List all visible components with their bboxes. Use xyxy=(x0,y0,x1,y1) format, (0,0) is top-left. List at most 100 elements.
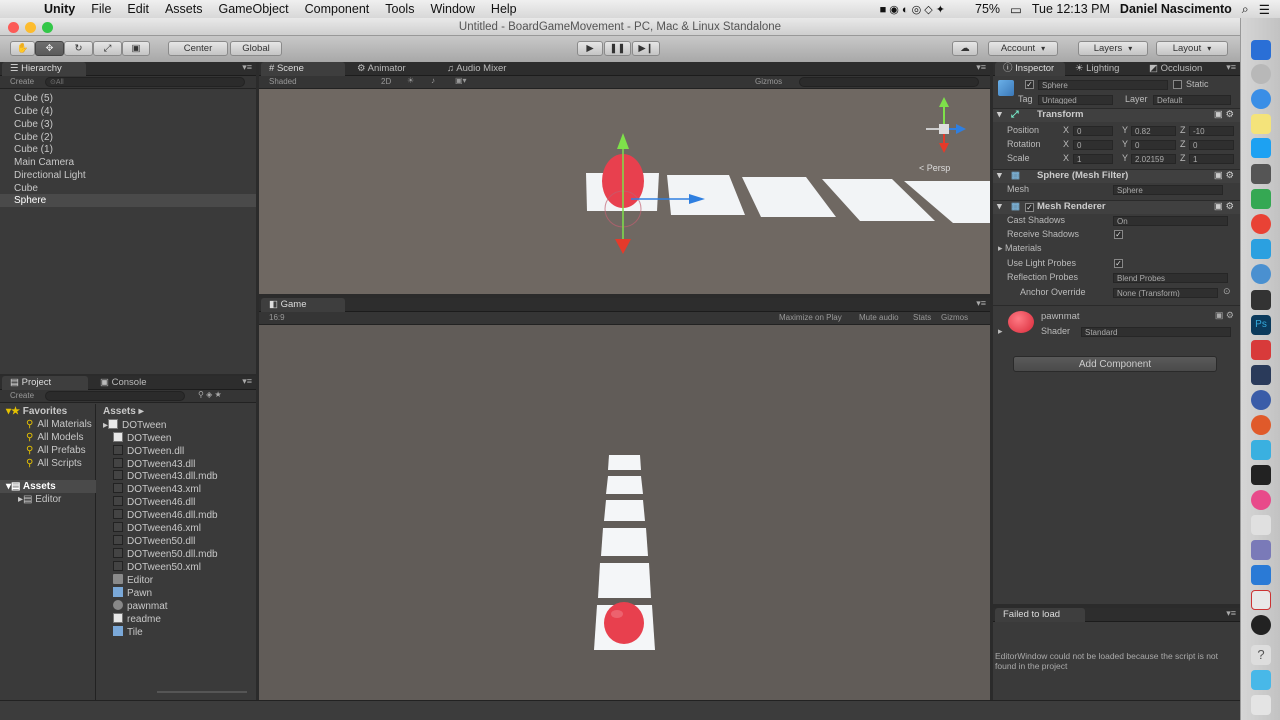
favorites-header[interactable]: ▾★ Favorites xyxy=(6,406,67,417)
receive-shadows-checkbox[interactable]: ✓ xyxy=(1114,230,1123,239)
hierarchy-item[interactable]: Directional Light xyxy=(14,170,86,181)
create-dropdown[interactable]: Create xyxy=(10,77,34,86)
favorite-item[interactable]: ⚲ All Models xyxy=(26,432,83,443)
terminal-icon[interactable] xyxy=(1251,465,1271,485)
menu-edit[interactable]: Edit xyxy=(119,2,157,16)
clock[interactable]: Tue 12:13 PM xyxy=(1032,2,1110,16)
menu-gameobject[interactable]: GameObject xyxy=(210,2,296,16)
photoshop-icon[interactable]: Ps xyxy=(1251,315,1271,335)
maximize-window-icon[interactable] xyxy=(42,22,53,33)
tab-console[interactable]: ▣ Console xyxy=(92,376,162,390)
hierarchy-item[interactable]: Cube xyxy=(14,183,38,194)
shading-dropdown[interactable]: Shaded xyxy=(269,77,297,86)
object-name-field[interactable]: Sphere xyxy=(1038,80,1168,90)
favorite-item[interactable]: ⚲ All Materials xyxy=(26,419,92,430)
position-z-field[interactable]: -10 xyxy=(1189,126,1234,136)
app-icon[interactable] xyxy=(1251,164,1271,184)
spotlight-icon[interactable]: ⌕ xyxy=(1242,2,1249,17)
safari-icon[interactable] xyxy=(1251,89,1271,109)
icon-size-slider[interactable] xyxy=(157,691,247,693)
aspect-dropdown[interactable]: 16:9 xyxy=(269,313,285,322)
menu-tools[interactable]: Tools xyxy=(377,2,422,16)
app-icon[interactable] xyxy=(1251,189,1271,209)
hierarchy-search-input[interactable] xyxy=(45,77,245,87)
static-checkbox[interactable] xyxy=(1173,80,1182,89)
list-icon[interactable]: ☰ xyxy=(1259,2,1270,17)
file-item[interactable]: DOTween46.dll xyxy=(113,496,195,508)
editor-folder[interactable]: ▸▤ Editor xyxy=(18,494,61,505)
menu-app[interactable]: Unity xyxy=(36,2,83,16)
gizmos-dropdown[interactable]: Gizmos xyxy=(941,313,968,322)
panel-menu-icon[interactable]: ▾≡ xyxy=(242,376,252,387)
mesh-renderer-header[interactable]: ▾ ▦ ✓ Mesh Renderer ▣ ⚙ xyxy=(993,200,1240,214)
rect-tool-icon[interactable]: ▣ xyxy=(122,41,150,56)
rotate-tool-icon[interactable]: ↻ xyxy=(64,41,93,56)
space-global-button[interactable]: Global xyxy=(230,41,282,56)
menu-file[interactable]: File xyxy=(83,2,119,16)
lighting-toggle-icon[interactable]: ☀ xyxy=(407,76,414,85)
app-icon[interactable] xyxy=(1251,540,1271,560)
file-item[interactable]: DOTween xyxy=(113,432,171,444)
step-icon[interactable]: ▶❙ xyxy=(632,41,660,56)
app-icon[interactable] xyxy=(1251,415,1271,435)
project-search-input[interactable] xyxy=(45,391,185,401)
material-foldout-icon[interactable]: ▸ xyxy=(998,326,1003,337)
pdf-icon[interactable] xyxy=(1251,590,1271,610)
layout-dropdown[interactable]: Layout xyxy=(1156,41,1228,56)
transform-header[interactable]: ▾ ⤢ Transform ▣ ⚙ xyxy=(993,108,1240,122)
component-settings-icon[interactable]: ▣ ⚙ xyxy=(1214,109,1234,120)
menu-component[interactable]: Component xyxy=(297,2,378,16)
scale-tool-icon[interactable]: ⤢ xyxy=(93,41,122,56)
launchpad-icon[interactable] xyxy=(1251,64,1271,84)
component-settings-icon[interactable]: ▣ ⚙ xyxy=(1214,201,1234,212)
mesh-field[interactable]: Sphere xyxy=(1113,185,1223,195)
rotation-x-field[interactable]: 0 xyxy=(1073,140,1113,150)
mute-audio-toggle[interactable]: Mute audio xyxy=(859,313,899,322)
layers-dropdown[interactable]: Layers xyxy=(1078,41,1148,56)
tab-inspector[interactable]: ⓘ Inspector xyxy=(995,62,1065,76)
trash-icon[interactable] xyxy=(1251,695,1271,715)
app-icon[interactable] xyxy=(1251,515,1271,535)
tag-dropdown[interactable]: Untagged xyxy=(1038,95,1113,105)
hierarchy-item[interactable]: Cube (3) xyxy=(14,119,53,130)
notes-icon[interactable] xyxy=(1251,114,1271,134)
hand-tool-icon[interactable]: ✋ xyxy=(10,41,35,56)
file-item[interactable]: DOTween43.dll xyxy=(113,458,195,470)
app-icon[interactable] xyxy=(1251,565,1271,585)
hierarchy-item-selected[interactable]: Sphere xyxy=(14,195,46,206)
tab-animator[interactable]: ⚙ Animator xyxy=(349,62,433,76)
position-x-field[interactable]: 0 xyxy=(1073,126,1113,136)
assets-folder[interactable]: ▾▤ Assets xyxy=(6,481,56,492)
file-item[interactable]: DOTween46.dll.mdb xyxy=(113,509,218,521)
audio-toggle-icon[interactable]: ♪ xyxy=(431,76,435,85)
chrome-icon[interactable] xyxy=(1251,214,1271,234)
scale-x-field[interactable]: 1 xyxy=(1073,154,1113,164)
file-item[interactable]: pawnmat xyxy=(113,600,168,612)
scene-viewport[interactable]: < Persp xyxy=(259,89,990,294)
panel-menu-icon[interactable]: ▾≡ xyxy=(1226,62,1236,73)
file-item[interactable]: Pawn xyxy=(113,587,152,599)
active-checkbox[interactable]: ✓ xyxy=(1025,80,1034,89)
pivot-center-button[interactable]: Center xyxy=(168,41,228,56)
user-name[interactable]: Daniel Nascimento xyxy=(1120,2,1232,16)
twitter-icon[interactable] xyxy=(1251,138,1271,158)
filter-icons[interactable]: ⚲ ◈ ★ xyxy=(198,390,222,399)
steam-icon[interactable] xyxy=(1251,365,1271,385)
scene-search-input[interactable] xyxy=(799,77,979,87)
file-item[interactable]: Tile xyxy=(113,626,143,638)
file-item[interactable]: Editor xyxy=(113,574,153,586)
menu-window[interactable]: Window xyxy=(422,2,482,16)
tab-game[interactable]: ◧ Game xyxy=(261,298,345,312)
pause-icon[interactable]: ❚❚ xyxy=(604,41,631,56)
favorite-item[interactable]: ⚲ All Prefabs xyxy=(26,445,86,456)
app-icon[interactable] xyxy=(1251,239,1271,259)
finder-icon[interactable] xyxy=(1251,40,1271,60)
light-probes-checkbox[interactable]: ✓ xyxy=(1114,259,1123,268)
file-item[interactable]: DOTween50.dll.mdb xyxy=(113,548,218,560)
menu-assets[interactable]: Assets xyxy=(157,2,211,16)
object-picker-icon[interactable]: ⊙ xyxy=(1223,286,1231,297)
app-icon[interactable] xyxy=(1251,440,1271,460)
hierarchy-item[interactable]: Main Camera xyxy=(14,157,74,168)
hierarchy-item[interactable]: Cube (5) xyxy=(14,93,53,104)
tab-hierarchy[interactable]: ☰ Hierarchy xyxy=(2,62,86,76)
